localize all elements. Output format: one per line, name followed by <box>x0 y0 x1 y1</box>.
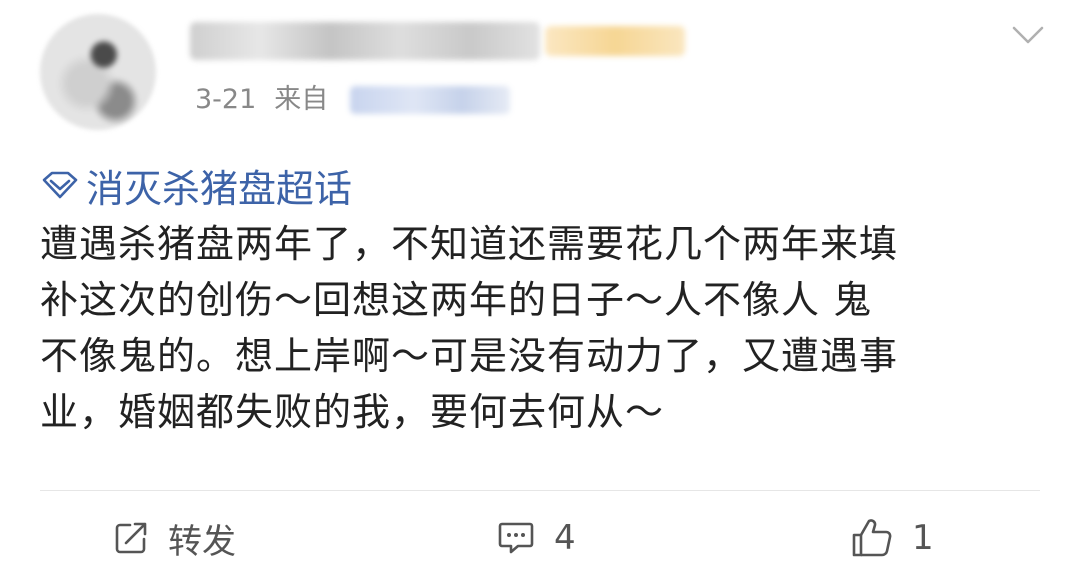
comment-count: 4 <box>554 518 576 558</box>
repost-button[interactable]: 转发 <box>112 513 236 563</box>
topic-label: 消灭杀猪盘超话 <box>86 166 353 211</box>
diamond-icon <box>42 171 78 199</box>
source-prefix: 来自 <box>274 84 329 115</box>
comment-icon <box>498 522 534 554</box>
avatar[interactable] <box>40 14 156 130</box>
chevron-down-icon[interactable] <box>1010 20 1046 50</box>
like-count: 1 <box>912 518 934 558</box>
share-icon <box>115 522 147 554</box>
post-date: 3-21 <box>195 84 257 115</box>
post-meta: 3-21 来自 <box>195 80 328 120</box>
topic-link[interactable]: 消灭杀猪盘超话 <box>40 160 353 211</box>
post-body: 遭遇杀猪盘两年了，不知道还需要花几个两年来填 补这次的创伤～回想这两年的日子～人… <box>40 222 899 434</box>
repost-label: 转发 <box>168 521 236 562</box>
comment-button[interactable]: 4 <box>496 513 576 563</box>
thumbs-up-icon <box>852 519 892 557</box>
post-header: 3-21 来自 <box>0 0 1080 140</box>
like-button[interactable]: 1 <box>850 513 934 563</box>
source-redacted <box>350 86 510 114</box>
divider <box>40 490 1040 491</box>
vip-badge-redacted <box>545 26 685 56</box>
username-redacted[interactable] <box>190 22 540 60</box>
